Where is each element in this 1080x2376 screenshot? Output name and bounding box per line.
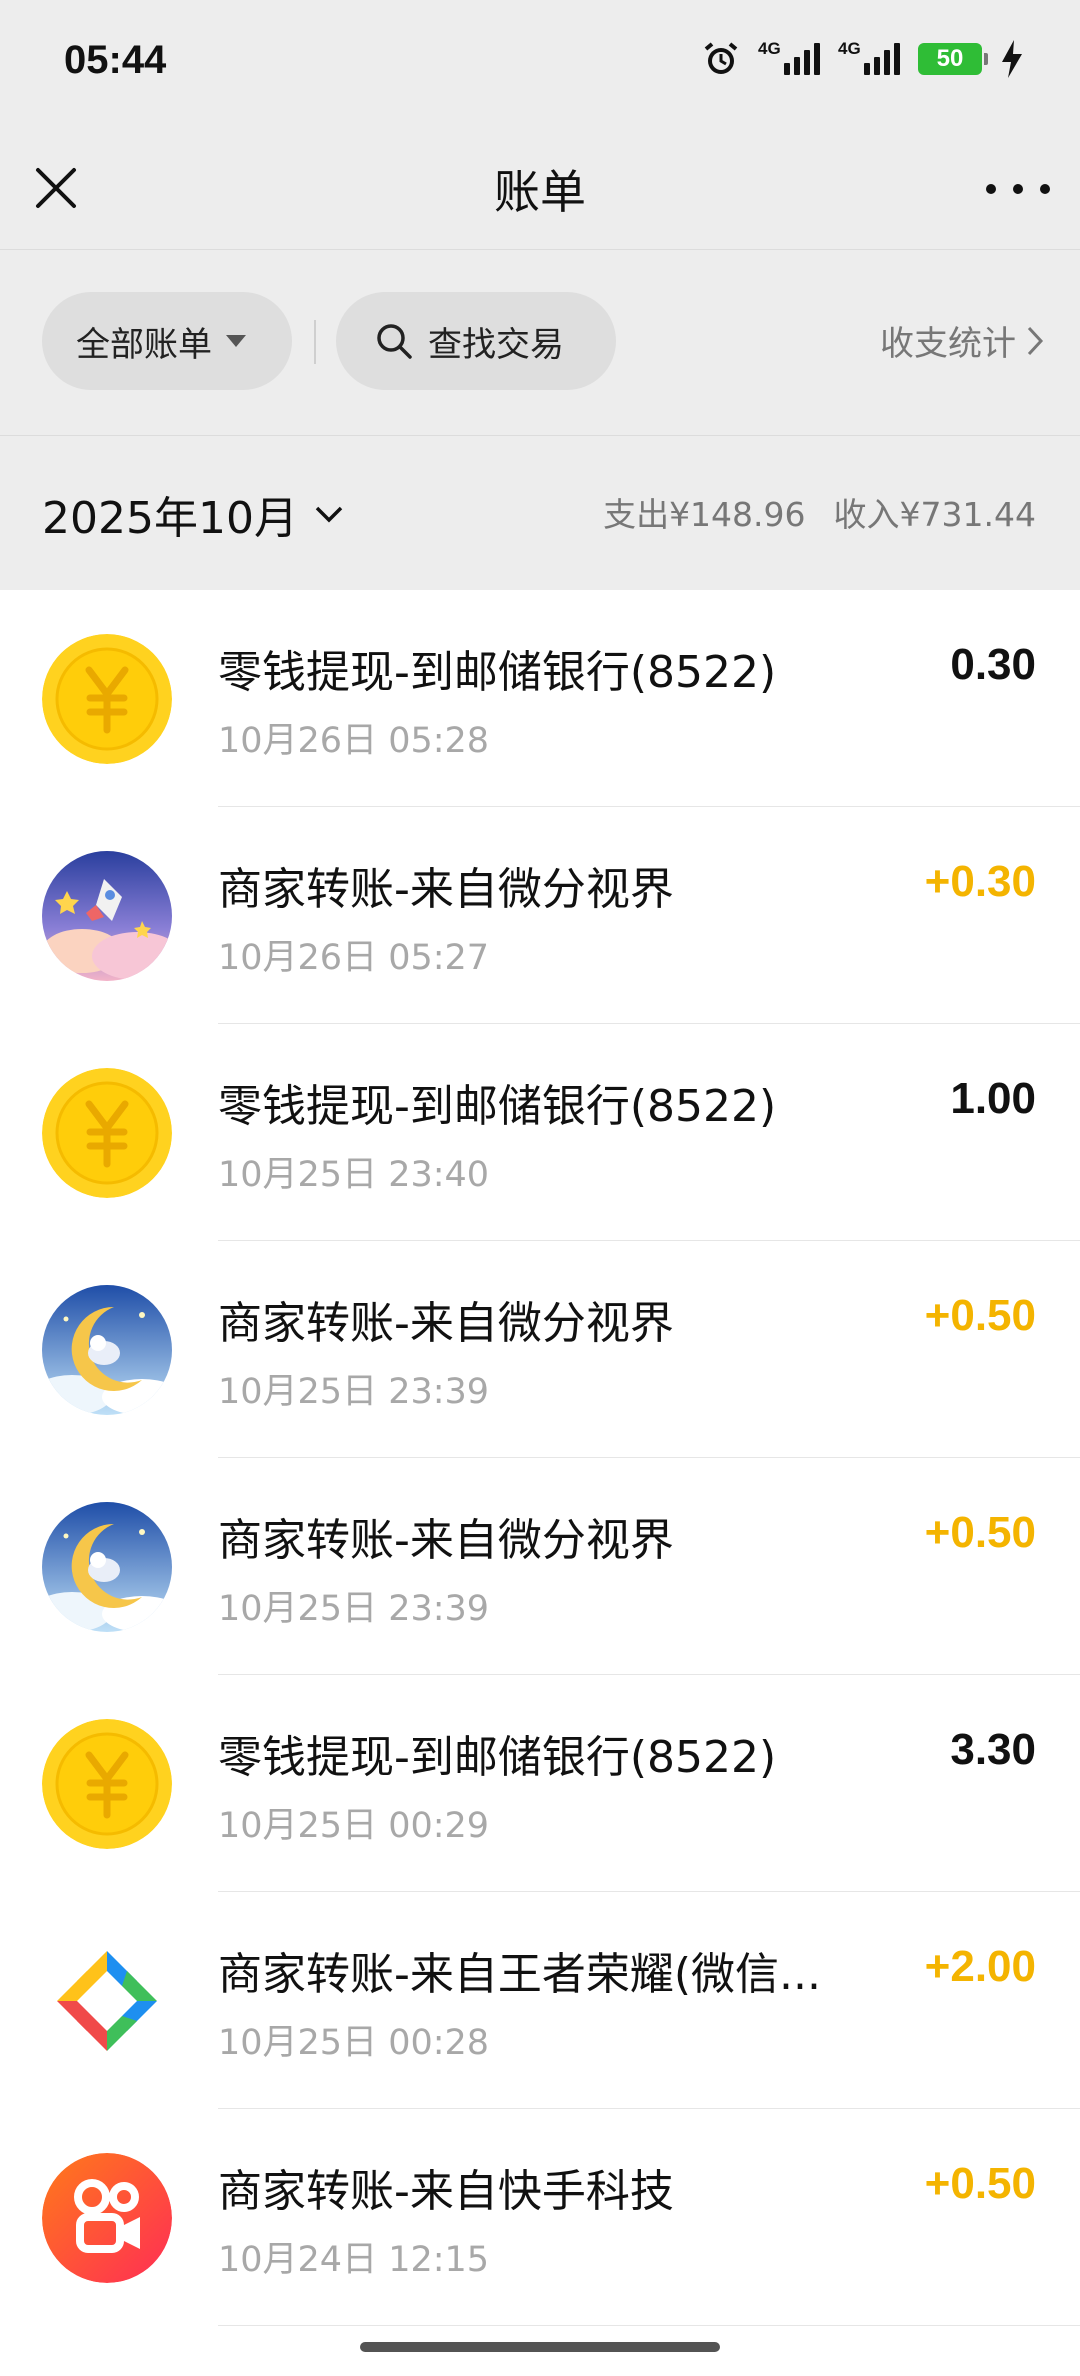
search-label: 查找交易 [428,324,564,365]
header-bar: 账单 [0,130,1080,250]
transaction-title: 零钱提现-到邮储银行(8522) [218,1081,777,1132]
transaction-title: 商家转账-来自微分视界 [218,864,674,915]
transaction-title: 商家转账-来自微分视界 [218,1298,674,1349]
filter-bar: 全部账单 查找交易 收支统计 [0,250,1080,436]
transaction-time: 10月25日 00:29 [218,1806,490,1846]
month-summary-bar: 2025年10月 支出¥148.96 收入¥731.44 [0,436,1080,590]
more-options-button[interactable] [986,164,1050,214]
charging-bolt-icon [1002,40,1022,78]
transaction-time: 10月25日 23:39 [218,1372,490,1412]
tencent-games-logo [42,1936,172,2066]
income-total: 收入¥731.44 [833,495,1036,534]
transaction-row[interactable]: 零钱提现-到邮储银行(8522) 10月25日 23:40 1.00 [0,1024,1080,1241]
signal-icon-1: 4G [758,39,820,75]
transaction-time: 10月25日 23:40 [218,1155,490,1195]
stats-label: 收支统计 [880,324,1016,364]
status-bar: 05:44 4G 4G 50 [0,0,1080,130]
transaction-time: 10月26日 05:27 [218,938,490,978]
home-indicator[interactable] [360,2342,720,2352]
dropdown-triangle-icon [226,335,246,347]
transaction-amount: +0.50 [924,2159,1036,2208]
income-expense-stats-link[interactable]: 收支统计 [880,316,1044,365]
rocket-sky-avatar [42,851,172,981]
yuan-coin-icon [42,1719,172,1849]
transaction-amount: +0.50 [924,1291,1036,1340]
moon-night-avatar [42,1502,172,1632]
transaction-time: 10月25日 23:39 [218,1589,490,1629]
transaction-amount: 3.30 [950,1725,1036,1774]
more-dot-icon [1040,184,1050,194]
status-icons: 4G 4G 50 [702,39,1024,78]
page-title: 账单 [494,165,586,219]
yuan-coin-icon [42,634,172,764]
transaction-amount: 1.00 [950,1074,1036,1123]
all-bills-label: 全部账单 [76,324,212,365]
all-bills-filter[interactable]: 全部账单 [42,292,292,390]
transaction-row[interactable]: 商家转账-来自微分视界 10月26日 05:27 +0.30 [0,807,1080,1024]
month-selector[interactable]: 2025年10月 [42,482,344,546]
search-transaction-button[interactable]: 查找交易 [336,292,616,390]
chevron-down-icon [315,506,343,523]
transaction-row[interactable]: 商家转账-来自微分视界 10月25日 23:39 +0.50 [0,1458,1080,1675]
transaction-title: 商家转账-来自王者荣耀(微信... [218,1949,822,2000]
transaction-title: 商家转账-来自微分视界 [218,1515,674,1566]
bill-page: 05:44 4G 4G 50 账单 全部账单 查找交易 收支统计 2025年10… [0,0,1080,2376]
signal-icon-2: 4G [838,39,900,75]
transaction-list: 零钱提现-到邮储银行(8522) 10月26日 05:28 0.30 商家转账-… [0,590,1080,2326]
transaction-row[interactable]: 商家转账-来自快手科技 10月24日 12:15 +0.50 [0,2109,1080,2326]
search-icon [377,324,412,359]
battery-indicator: 50 [918,43,988,75]
transaction-row[interactable]: 零钱提现-到邮储银行(8522) 10月26日 05:28 0.30 [0,590,1080,807]
transaction-time: 10月26日 05:28 [218,721,490,761]
divider [218,2325,1080,2326]
transaction-amount: +0.50 [924,1508,1036,1557]
yuan-coin-icon [42,1068,172,1198]
transaction-time: 10月24日 12:15 [218,2240,490,2280]
alarm-icon [704,42,738,74]
transaction-title: 零钱提现-到邮储银行(8522) [218,647,777,698]
divider [314,320,316,364]
month-label: 2025年10月 [42,493,298,544]
transaction-time: 10月25日 00:28 [218,2023,490,2063]
moon-night-avatar [42,1285,172,1415]
more-dot-icon [1013,184,1023,194]
transaction-row[interactable]: 商家转账-来自微分视界 10月25日 23:39 +0.50 [0,1241,1080,1458]
transaction-row[interactable]: 零钱提现-到邮储银行(8522) 10月25日 00:29 3.30 [0,1675,1080,1892]
transaction-amount: +2.00 [924,1942,1036,1991]
chevron-right-icon [1027,326,1044,355]
status-time: 05:44 [64,38,167,82]
transaction-amount: +0.30 [924,857,1036,906]
transaction-amount: 0.30 [950,640,1036,689]
kuaishou-logo [42,2153,172,2283]
transaction-title: 零钱提现-到邮储银行(8522) [218,1732,777,1783]
more-dot-icon [986,184,996,194]
transaction-row[interactable]: 商家转账-来自王者荣耀(微信... 10月25日 00:28 +2.00 [0,1892,1080,2109]
month-totals: 支出¥148.96 收入¥731.44 [603,488,1036,536]
transaction-title: 商家转账-来自快手科技 [218,2166,674,2217]
expense-total: 支出¥148.96 [603,495,806,534]
